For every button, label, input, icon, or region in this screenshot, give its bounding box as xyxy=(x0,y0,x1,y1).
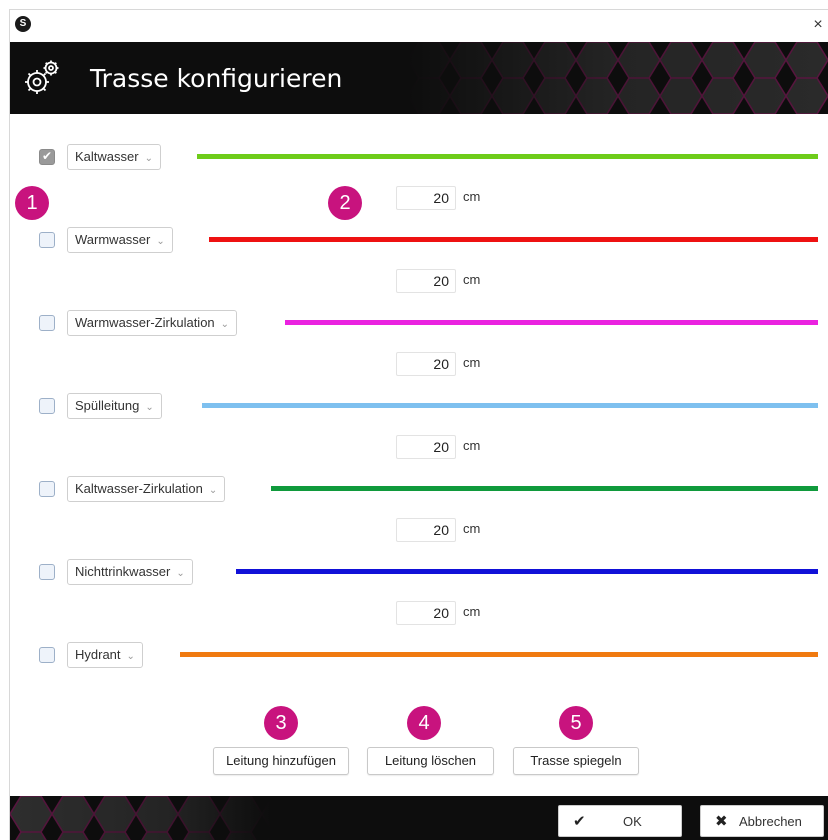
hexagon-pattern-decoration xyxy=(408,42,828,114)
pipe-row: Nichttrinkwasser ⌄ xyxy=(10,559,828,585)
spacing-input[interactable] xyxy=(396,518,456,542)
pipe-type-dropdown[interactable]: Kaltwasser ⌄ xyxy=(67,144,161,170)
pipe-type-label: Spülleitung xyxy=(75,398,140,413)
mirror-route-button[interactable]: Trasse spiegeln xyxy=(513,747,639,775)
cancel-button[interactable]: ✖ Abbrechen xyxy=(700,805,824,837)
spacing-unit: cm xyxy=(463,355,481,370)
callout-badge-4: 4 xyxy=(407,706,441,740)
pipe-row: Kaltwasser-Zirkulation ⌄ xyxy=(10,476,828,502)
dialog-window: S × Trasse konfigurieren ✔ Kaltwasser ⌄ … xyxy=(10,10,828,840)
pipe-type-label: Kaltwasser xyxy=(75,149,139,164)
spacing-input[interactable] xyxy=(396,601,456,625)
pipe-type-label: Warmwasser xyxy=(75,232,151,247)
pipe-row: Spülleitung ⌄ xyxy=(10,393,828,419)
callout-badge-3: 3 xyxy=(264,706,298,740)
pipe-color-line xyxy=(209,237,818,242)
pipe-type-dropdown[interactable]: Spülleitung ⌄ xyxy=(67,393,162,419)
spacing-input[interactable] xyxy=(396,352,456,376)
pipe-checkbox[interactable] xyxy=(39,647,55,663)
close-x-icon: ✖ xyxy=(715,813,728,830)
pipe-color-line xyxy=(285,320,818,325)
pipe-row: Kaltwasser ⌄ xyxy=(10,144,828,170)
settings-gears-icon xyxy=(25,60,59,94)
callout-badge-1: 1 xyxy=(15,186,49,220)
pipe-type-label: Warmwasser-Zirkulation xyxy=(75,315,215,330)
chevron-down-icon: ⌄ xyxy=(126,651,135,662)
pipe-color-line xyxy=(180,652,818,657)
spacing-unit: cm xyxy=(463,604,481,619)
pipe-checkbox[interactable] xyxy=(39,481,55,497)
add-line-button[interactable]: Leitung hinzufügen xyxy=(213,747,349,775)
pipe-type-dropdown[interactable]: Warmwasser ⌄ xyxy=(67,227,173,253)
pipe-type-dropdown[interactable]: Kaltwasser-Zirkulation ⌄ xyxy=(67,476,226,502)
spacing-unit: cm xyxy=(463,438,481,453)
pipe-checkbox[interactable] xyxy=(39,149,55,165)
pipe-color-line xyxy=(271,486,818,491)
chevron-down-icon: ⌄ xyxy=(156,236,165,247)
spacing-unit: cm xyxy=(463,521,481,536)
chevron-down-icon: ⌄ xyxy=(208,485,218,496)
ok-label: OK xyxy=(623,814,642,829)
dialog-footer: ✔ OK ✖ Abbrechen xyxy=(10,796,828,840)
spacing-input[interactable] xyxy=(396,186,456,210)
chevron-down-icon: ⌄ xyxy=(145,402,154,413)
pipe-color-line xyxy=(197,154,818,159)
callout-badge-5: 5 xyxy=(559,706,593,740)
route-config-panel: Kaltwasser ⌄ cm Warmwasser ⌄ cm Warmwasser… xyxy=(10,114,828,796)
pipe-type-dropdown[interactable]: Warmwasser-Zirkulation ⌄ xyxy=(67,310,238,336)
pipe-type-label: Kaltwasser-Zirkulation xyxy=(75,481,203,496)
pipe-checkbox[interactable] xyxy=(39,398,55,414)
cancel-label: Abbrechen xyxy=(739,814,802,829)
hexagon-pattern-decoration xyxy=(10,796,270,840)
pipe-row: Warmwasser-Zirkulation ⌄ xyxy=(10,310,828,336)
pipe-type-dropdown[interactable]: Nichttrinkwasser ⌄ xyxy=(67,559,193,585)
app-logo-icon: S xyxy=(15,16,31,32)
chevron-down-icon: ⌄ xyxy=(220,319,230,330)
dialog-header: Trasse konfigurieren xyxy=(10,42,828,114)
spacing-input[interactable] xyxy=(396,269,456,293)
delete-line-button[interactable]: Leitung löschen xyxy=(367,747,494,775)
pipe-checkbox[interactable] xyxy=(39,315,55,331)
pipe-row: Warmwasser ⌄ xyxy=(10,227,828,253)
spacing-input[interactable] xyxy=(396,435,456,459)
pipe-row: Hydrant ⌄ xyxy=(10,642,828,668)
dialog-title: Trasse konfigurieren xyxy=(90,64,343,93)
chevron-down-icon: ⌄ xyxy=(176,568,185,579)
spacing-unit: cm xyxy=(463,272,481,287)
chevron-down-icon: ⌄ xyxy=(144,153,153,164)
spacing-unit: cm xyxy=(463,189,481,204)
pipe-color-line xyxy=(236,569,818,574)
callout-badge-2: 2 xyxy=(328,186,362,220)
pipe-type-dropdown[interactable]: Hydrant ⌄ xyxy=(67,642,143,668)
title-bar: S × xyxy=(10,10,828,42)
pipe-type-label: Hydrant xyxy=(75,647,121,662)
ok-button[interactable]: ✔ OK xyxy=(558,805,682,837)
pipe-checkbox[interactable] xyxy=(39,564,55,580)
pipe-type-label: Nichttrinkwasser xyxy=(75,564,171,579)
close-button[interactable]: × xyxy=(808,14,828,36)
checkmark-icon: ✔ xyxy=(573,813,586,830)
pipe-checkbox[interactable] xyxy=(39,232,55,248)
pipe-color-line xyxy=(202,403,818,408)
